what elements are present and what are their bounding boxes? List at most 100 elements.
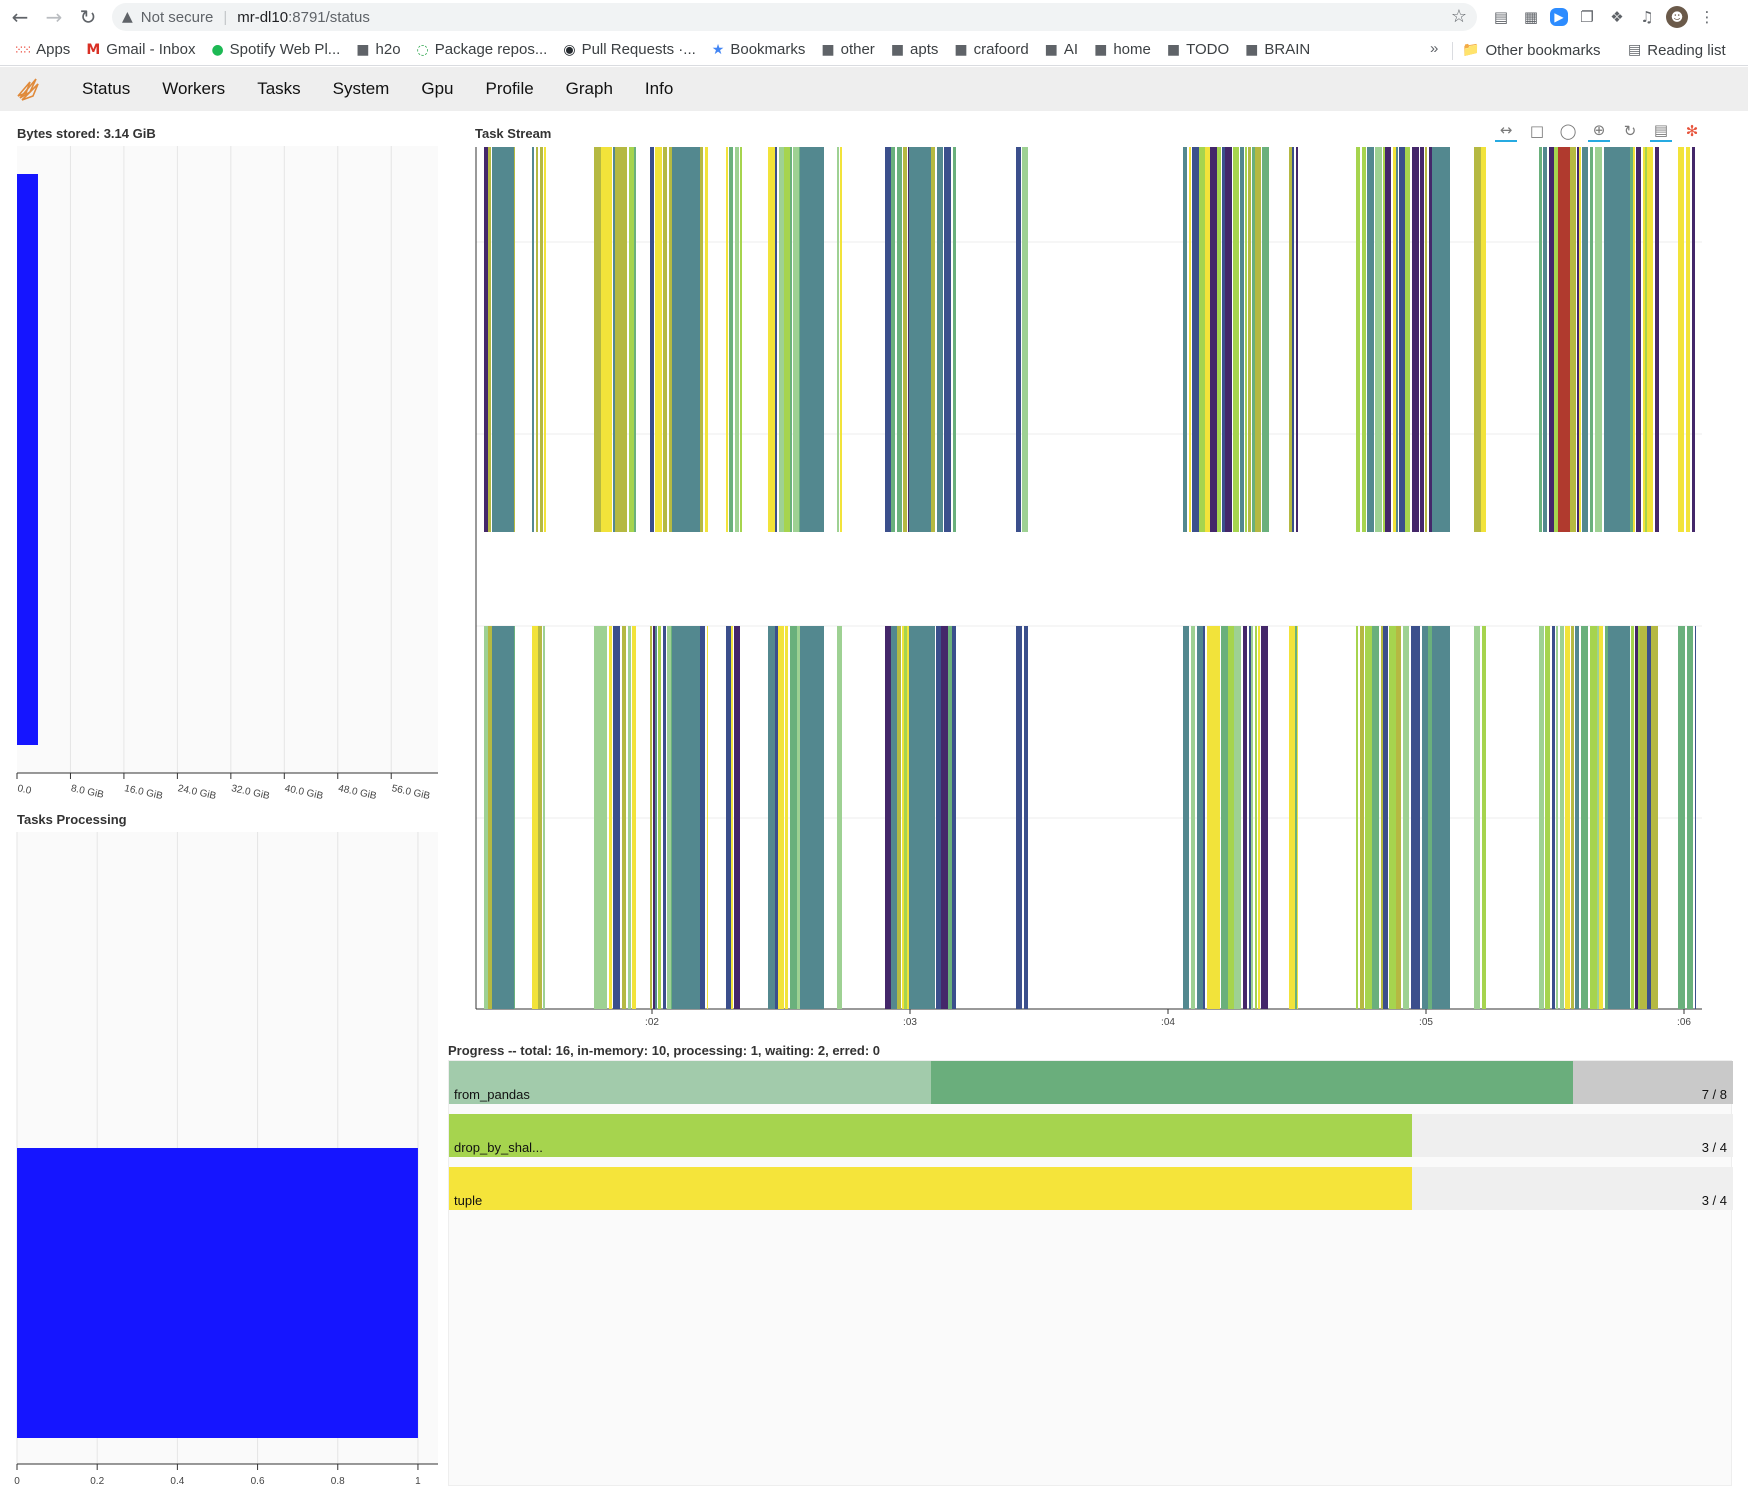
task-rect xyxy=(1399,147,1405,532)
task-rect xyxy=(1579,147,1581,532)
bookmark-label: TODO xyxy=(1186,41,1230,58)
bokeh-logo-icon[interactable]: ✻ xyxy=(1681,120,1703,142)
puzzle-extensions-icon[interactable]: ❖ xyxy=(1606,6,1628,28)
task-rect xyxy=(1249,626,1251,1009)
progress-fraction: 3 / 4 xyxy=(1701,1140,1727,1155)
bookmark-item[interactable]: ■ h2o xyxy=(356,41,400,58)
extension-icon[interactable]: ▦ xyxy=(1520,6,1542,28)
task-rect xyxy=(1205,147,1210,532)
task-rect xyxy=(594,626,600,1009)
reading-list[interactable]: ▤ Reading list xyxy=(1628,34,1726,66)
progress-bar-tuple: tuple 3 / 4 xyxy=(449,1167,1733,1210)
bookmark-item[interactable]: M Gmail - Inbox xyxy=(86,41,195,58)
nav-workers[interactable]: Workers xyxy=(162,79,225,99)
nav-status[interactable]: Status xyxy=(82,79,130,99)
x-tick-label: :06 xyxy=(1677,1017,1691,1028)
box-zoom-icon[interactable]: □ xyxy=(1526,120,1548,142)
wheel-zoom-icon[interactable]: ◯ xyxy=(1557,120,1579,142)
nav-tasks[interactable]: Tasks xyxy=(257,79,300,99)
bookmark-label: apts xyxy=(910,41,939,58)
task-rect xyxy=(1016,147,1021,532)
task-rect xyxy=(1383,626,1388,1009)
x-tick-label: 24.0 GiB xyxy=(177,783,218,802)
x-tick-label: :03 xyxy=(903,1017,917,1028)
progress-segment-memory xyxy=(931,1061,1573,1104)
dask-logo-icon[interactable] xyxy=(14,74,44,104)
task-rect xyxy=(655,147,662,532)
task-rect xyxy=(1189,147,1191,532)
task-rect xyxy=(1295,626,1297,1009)
task-stream-title: Task Stream xyxy=(475,126,552,141)
forward-icon[interactable]: → xyxy=(40,3,68,31)
task-rect xyxy=(1599,626,1603,1009)
star-icon: ★ xyxy=(711,41,725,58)
nav-system[interactable]: System xyxy=(333,79,390,99)
task-rect xyxy=(837,626,842,1009)
bookmark-item[interactable]: ■ other xyxy=(821,41,874,58)
hover-icon[interactable]: ▤ xyxy=(1650,120,1672,142)
nav-graph[interactable]: Graph xyxy=(566,79,613,99)
extension-icon[interactable]: ❐ xyxy=(1576,6,1598,28)
bookmarks-overflow-chevron[interactable]: » xyxy=(1430,40,1438,57)
x-tick-label: :05 xyxy=(1419,1017,1433,1028)
browser-menu-icon[interactable]: ⋮ xyxy=(1696,6,1718,28)
bookmark-item[interactable]: ■ BRAIN xyxy=(1245,41,1310,58)
task-rect xyxy=(1393,147,1396,532)
task-rect xyxy=(1643,147,1645,532)
profile-avatar[interactable]: ☻ xyxy=(1666,6,1688,28)
task-rect xyxy=(931,147,935,532)
task-rect xyxy=(1207,626,1214,1009)
task-rect xyxy=(1383,147,1385,532)
bookmark-item[interactable]: ★ Bookmarks xyxy=(712,41,806,58)
task-rect xyxy=(1647,147,1649,532)
task-rect xyxy=(1214,626,1220,1009)
bookmark-item[interactable]: ■ crafoord xyxy=(954,41,1028,58)
folder-icon: ■ xyxy=(890,41,905,58)
task-rect xyxy=(1556,626,1558,1009)
bookmark-item[interactable]: ● Spotify Web Pl... xyxy=(211,41,340,58)
zoom-in-icon[interactable]: ⊕ xyxy=(1588,120,1610,142)
address-bar[interactable]: ▲ Not secure | mr-dl10:8791/status ☆ xyxy=(112,3,1477,31)
reload-icon[interactable]: ↻ xyxy=(74,3,102,31)
nav-profile[interactable]: Profile xyxy=(485,79,533,99)
reset-icon[interactable]: ↻ xyxy=(1619,120,1641,142)
other-bookmarks[interactable]: 📁 Other bookmarks xyxy=(1462,34,1600,66)
bookmark-item[interactable]: ◌ Package repos... xyxy=(417,41,548,58)
task-rect xyxy=(1356,626,1358,1009)
x-tick-label: :02 xyxy=(645,1017,659,1028)
bookmark-item[interactable]: ■ TODO xyxy=(1167,41,1229,58)
zoom-extension-icon[interactable]: ▶ xyxy=(1550,8,1568,26)
task-rect xyxy=(1255,147,1261,532)
task-rect xyxy=(785,626,788,1009)
task-rect xyxy=(952,626,956,1009)
extension-icon[interactable]: ▤ xyxy=(1490,6,1512,28)
task-rect xyxy=(1412,147,1419,532)
task-rect xyxy=(775,626,778,1009)
package-icon: ◌ xyxy=(416,41,429,58)
task-rect xyxy=(891,626,897,1009)
task-rect xyxy=(700,147,703,532)
bookmark-item[interactable]: ◉ Pull Requests ·... xyxy=(563,41,695,58)
task-rect xyxy=(784,147,790,532)
task-rect xyxy=(1233,147,1239,532)
back-icon[interactable]: ← xyxy=(6,3,34,31)
bookmark-item[interactable]: ■ apts xyxy=(891,41,939,58)
folder-icon: ■ xyxy=(356,41,370,58)
task-rect xyxy=(1258,626,1260,1009)
task-rect xyxy=(837,147,839,532)
media-control-icon[interactable]: ♫ xyxy=(1636,6,1658,28)
task-rect xyxy=(1251,626,1253,1009)
bookmark-star-icon[interactable]: ☆ xyxy=(1451,6,1467,27)
bookmark-item[interactable]: ■ home xyxy=(1094,41,1151,58)
nav-info[interactable]: Info xyxy=(645,79,673,99)
task-rect xyxy=(1655,147,1659,532)
nav-gpu[interactable]: Gpu xyxy=(421,79,453,99)
x-tick-label: 40.0 GiB xyxy=(284,783,325,802)
url-path: :8791/status xyxy=(288,8,370,26)
task-rect xyxy=(1638,626,1640,1009)
pan-icon[interactable]: ↔ xyxy=(1495,120,1517,142)
tasks-processing-bar xyxy=(17,1148,418,1438)
bookmark-item[interactable]: ■ AI xyxy=(1045,41,1078,58)
task-rect xyxy=(488,147,491,532)
bookmark-item[interactable]: ⁙⁙ Apps xyxy=(14,41,70,58)
